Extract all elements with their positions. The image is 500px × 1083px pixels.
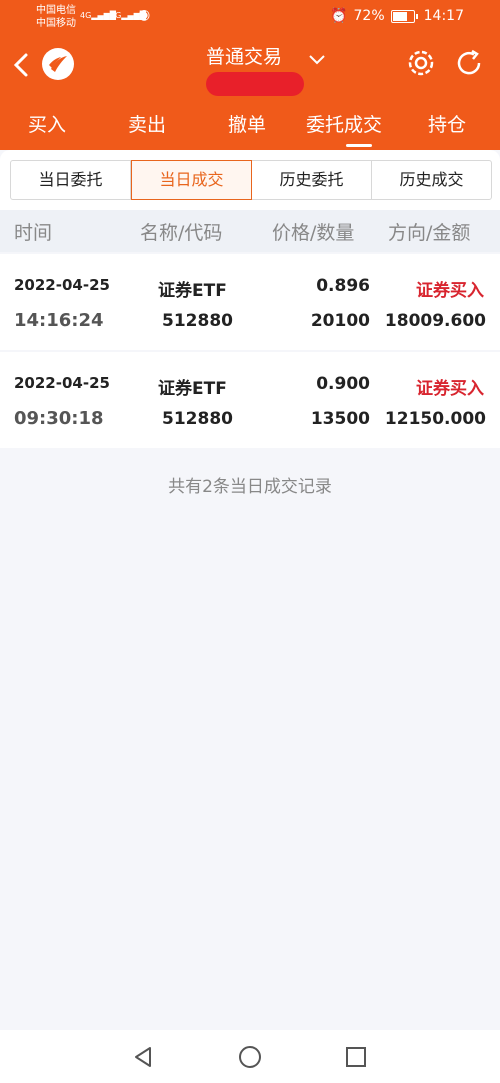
- status-right: ⏰ 72% 14:17: [330, 8, 464, 24]
- refresh-icon[interactable]: [452, 46, 486, 80]
- trade-direction: 证券买入: [416, 379, 484, 399]
- tab-cancel[interactable]: 撤单: [228, 110, 266, 137]
- table-row[interactable]: 2022-04-25 14:16:24 证券ETF 512880 0.896 2…: [0, 254, 500, 350]
- system-nav-bar: [0, 1030, 500, 1083]
- trade-date: 2022-04-25: [14, 276, 110, 294]
- gear-icon[interactable]: [404, 46, 438, 80]
- segment-history-trades[interactable]: 历史成交: [372, 161, 491, 199]
- trade-date: 2022-04-25: [14, 374, 110, 392]
- col-dir-amount: 方向/金额: [388, 222, 471, 244]
- carrier-1: 中国电信: [36, 5, 76, 16]
- back-button[interactable]: [10, 50, 34, 80]
- col-price-qty: 价格/数量: [272, 222, 355, 244]
- nav-back-icon[interactable]: [130, 1044, 156, 1070]
- security-code: 512880: [162, 311, 233, 331]
- chevron-down-icon[interactable]: [308, 50, 326, 71]
- alarm-icon: ⏰: [330, 8, 348, 24]
- trade-amount: 12150.000: [384, 409, 486, 429]
- nav-recents-icon[interactable]: [343, 1044, 369, 1070]
- nav-home-icon[interactable]: [237, 1044, 263, 1070]
- battery-percent: 72%: [353, 8, 385, 24]
- chevron-left-icon: [13, 53, 28, 77]
- page-title[interactable]: 普通交易: [206, 42, 282, 69]
- app-header: 中国电信 中国移动 4G▂▄▆█ 4G▂▄▆█ ◉ ⏰ 72% 14:17 普通…: [0, 0, 500, 150]
- main-tabs: 买入 卖出 撤单 委托成交 持仓: [0, 104, 500, 148]
- tab-positions[interactable]: 持仓: [428, 110, 466, 137]
- trade-time: 09:30:18: [14, 408, 104, 429]
- segment-today-trades[interactable]: 当日成交: [131, 160, 252, 200]
- security-code: 512880: [162, 409, 233, 429]
- trade-price: 0.900: [316, 374, 370, 394]
- table-row[interactable]: 2022-04-25 09:30:18 证券ETF 512880 0.900 1…: [0, 352, 500, 448]
- segment-history-orders[interactable]: 历史委托: [252, 161, 372, 199]
- trade-time: 14:16:24: [14, 310, 104, 331]
- segment-today-orders[interactable]: 当日委托: [11, 161, 131, 199]
- status-bar: 中国电信 中国移动 4G▂▄▆█ 4G▂▄▆█ ◉ ⏰ 72% 14:17: [0, 0, 500, 36]
- carrier-labels: 中国电信 中国移动: [36, 4, 76, 30]
- tab-sell[interactable]: 卖出: [128, 110, 166, 137]
- trade-quantity: 13500: [310, 409, 370, 429]
- tab-orders-trades[interactable]: 委托成交: [306, 110, 382, 147]
- trade-amount: 18009.600: [384, 311, 486, 331]
- battery-icon: [390, 9, 415, 23]
- carrier-2: 中国移动: [36, 18, 76, 29]
- col-time: 时间: [14, 222, 53, 244]
- clock: 14:17: [423, 8, 464, 24]
- trade-direction: 证券买入: [416, 281, 484, 301]
- security-name: 证券ETF: [158, 281, 227, 301]
- record-count: 共有2条当日成交记录: [168, 477, 332, 497]
- trade-quantity: 20100: [310, 311, 370, 331]
- tab-buy[interactable]: 买入: [28, 110, 66, 137]
- redaction-mark: [206, 72, 304, 96]
- security-name: 证券ETF: [158, 379, 227, 399]
- app-logo: [42, 48, 74, 80]
- wifi-icon: ◉: [138, 7, 151, 23]
- table-header: 时间 名称/代码 价格/数量 方向/金额: [0, 210, 500, 252]
- trade-price: 0.896: [316, 276, 370, 296]
- col-name-code: 名称/代码: [140, 222, 223, 244]
- segment-control: 当日委托 当日成交 历史委托 历史成交: [10, 160, 492, 200]
